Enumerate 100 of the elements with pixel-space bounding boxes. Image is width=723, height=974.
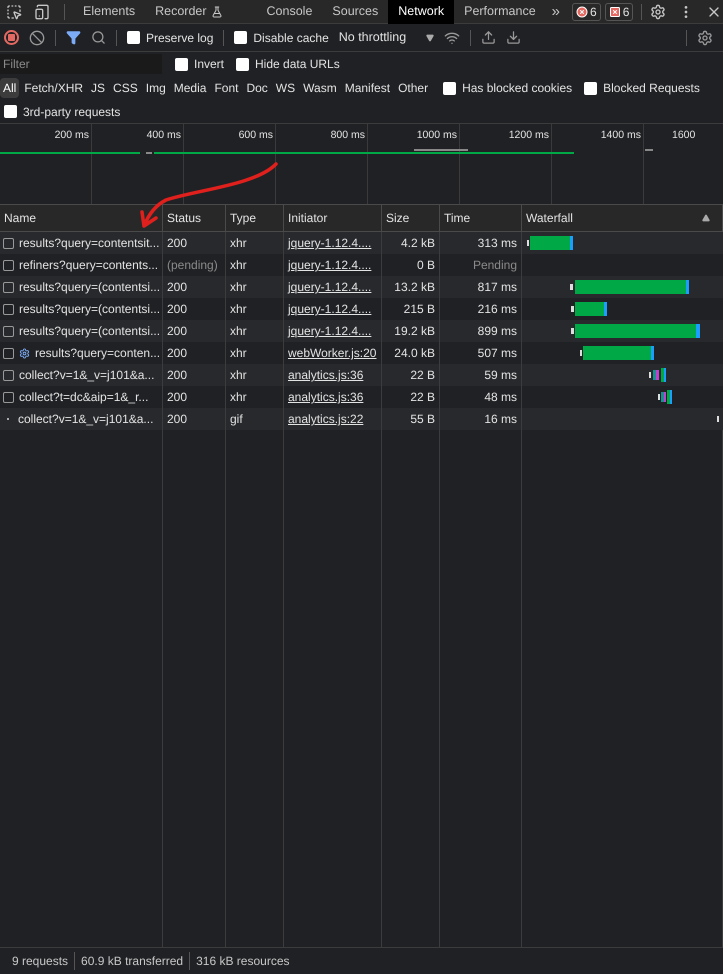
checkbox[interactable] [127, 31, 140, 44]
initiator-link[interactable]: jquery-1.12.4.... [288, 234, 372, 252]
request-name[interactable]: collect?t=dc&aip=1&_r... [19, 388, 148, 406]
type-filter[interactable]: WS [272, 78, 298, 98]
initiator-link[interactable]: jquery-1.12.4.... [288, 278, 372, 296]
row-checkbox-icon [3, 348, 14, 358]
checkbox-label: Preserve log [146, 30, 214, 46]
row-checkbox-icon [3, 304, 14, 314]
checkbox[interactable] [584, 82, 598, 94]
time-value: 48 ms [484, 389, 517, 406]
initiator-link[interactable]: jquery-1.12.4.... [288, 256, 372, 274]
waterfall-bar-drawing [527, 236, 573, 250]
request-name[interactable]: collect?v=1&_v=j101&a... [19, 366, 154, 384]
checkbox[interactable] [234, 31, 248, 44]
time-tick-label: 800 ms [330, 128, 365, 142]
time-value: 16 ms [484, 411, 517, 428]
more-tabs-button[interactable]: » [546, 4, 566, 19]
status-code: 200 [167, 389, 188, 406]
type-filter[interactable]: All [0, 78, 20, 98]
size-value: 19.2 kB [394, 323, 435, 340]
initiator-link[interactable]: analytics.js:22 [288, 410, 364, 428]
type-filter[interactable]: Wasm [300, 78, 340, 98]
throttling-dropdown[interactable]: No throttling [338, 28, 434, 47]
row-checkbox-icon [3, 392, 14, 402]
initiator-link[interactable]: analytics.js:36 [288, 366, 364, 384]
search-icon[interactable] [91, 30, 106, 45]
column-header[interactable]: Waterfall [526, 209, 573, 227]
status-code: 200 [167, 301, 188, 318]
column-header[interactable]: Time [444, 209, 470, 227]
status-code: 200 [167, 411, 188, 428]
checkbox-label: Hide data URLs [255, 56, 340, 73]
settings-icon[interactable] [650, 4, 666, 20]
checkbox[interactable] [175, 58, 188, 70]
type-filter[interactable]: JS [88, 78, 108, 98]
request-name[interactable]: results?query=(contentsi... [19, 300, 160, 318]
network-conditions-icon[interactable] [444, 30, 460, 46]
column-header[interactable]: Size [386, 209, 410, 227]
type-filter[interactable]: CSS [110, 78, 141, 98]
time-value: 817 ms [478, 279, 517, 296]
size-value: 13.2 kB [394, 279, 435, 296]
checkbox[interactable] [236, 58, 250, 70]
request-name[interactable]: refiners?query=contents... [19, 256, 158, 274]
request-type: xhr [230, 257, 247, 274]
initiator-link[interactable]: jquery-1.12.4.... [288, 322, 372, 340]
size-value: 22 B [410, 367, 435, 384]
request-name[interactable]: results?query=(contentsi... [19, 278, 160, 296]
time-value: Pending [472, 257, 517, 274]
type-filter[interactable]: Media [170, 78, 210, 98]
panel-tab[interactable]: Performance [454, 0, 546, 24]
time-value: 59 ms [484, 367, 517, 384]
time-tick-label: 1200 ms [508, 128, 549, 142]
issue-count-badge[interactable]: 6 [604, 2, 634, 20]
checkbox-label: Blocked Requests [603, 80, 700, 97]
size-value: 22 B [410, 389, 435, 406]
request-name[interactable]: results?query=contentsit... [19, 234, 160, 252]
panel-tab[interactable]: Sources [322, 0, 388, 24]
initiator-link[interactable]: jquery-1.12.4.... [288, 300, 372, 318]
export-icon[interactable] [506, 30, 522, 45]
status-summary: 316 kB resources [189, 952, 296, 970]
type-filter[interactable]: Doc [243, 78, 271, 98]
request-type: xhr [230, 323, 247, 340]
panel-tab[interactable]: Recorder [145, 0, 233, 24]
checkbox-label: Has blocked cookies [462, 80, 572, 97]
request-name[interactable]: collect?v=1&_v=j101&a... [18, 410, 154, 428]
request-type: xhr [230, 389, 247, 406]
panel-tab[interactable]: Console [256, 0, 322, 24]
initiator-link[interactable]: analytics.js:36 [288, 388, 364, 406]
request-name[interactable]: results?query=conten... [35, 344, 160, 362]
device-icon[interactable] [34, 4, 50, 20]
type-filter[interactable]: Font [211, 78, 242, 98]
request-type: xhr [230, 301, 247, 318]
record-icon[interactable] [4, 30, 19, 45]
column-header[interactable]: Initiator [288, 209, 328, 227]
status-code: 200 [167, 345, 188, 362]
checkbox[interactable] [443, 82, 456, 94]
size-value: 24.0 kB [394, 345, 435, 362]
type-filter[interactable]: Manifest [342, 78, 394, 98]
request-type: xhr [230, 235, 247, 252]
request-type: xhr [230, 367, 247, 384]
row-checkbox-icon [3, 260, 14, 270]
type-filter[interactable]: Other [395, 78, 432, 98]
import-icon[interactable] [481, 30, 496, 45]
sort-icon[interactable] [702, 214, 710, 222]
inspect-icon[interactable] [6, 4, 22, 20]
column-header[interactable]: Type [230, 209, 256, 227]
initiator-link[interactable]: webWorker.js:20 [288, 344, 376, 362]
error-count-badge[interactable]: 6 [572, 2, 601, 20]
request-name[interactable]: results?query=(contentsi... [19, 322, 160, 340]
settings-icon[interactable] [697, 30, 713, 46]
time-value: 507 ms [478, 345, 517, 362]
type-filter[interactable]: Fetch/XHR [21, 78, 86, 98]
checkbox[interactable] [4, 105, 17, 118]
column-header[interactable]: Status [167, 209, 202, 227]
column-header[interactable]: Name [4, 209, 36, 227]
panel-tab[interactable]: Network [388, 0, 454, 24]
panel-tab[interactable]: Elements [73, 0, 146, 24]
filter-field[interactable]: Filter [0, 54, 162, 74]
type-filter[interactable]: Img [142, 78, 169, 98]
filter-icon[interactable] [66, 30, 81, 45]
clear-icon[interactable] [29, 30, 45, 46]
